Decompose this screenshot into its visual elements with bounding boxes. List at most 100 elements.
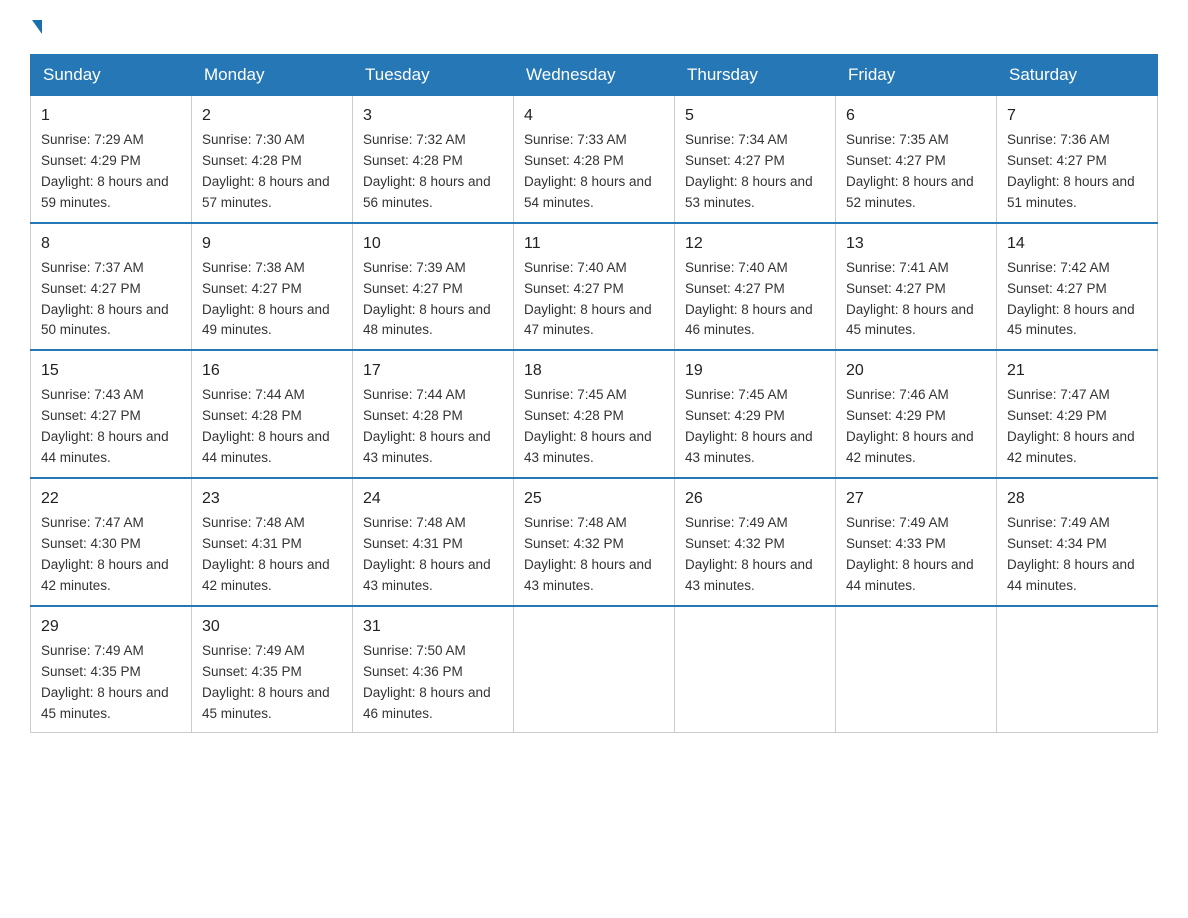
day-info: Sunrise: 7:44 AMSunset: 4:28 PMDaylight:… [363,387,491,465]
header-saturday: Saturday [997,55,1158,96]
page-header [30,20,1158,34]
day-number: 7 [1007,104,1147,128]
logo [30,20,42,34]
day-info: Sunrise: 7:48 AMSunset: 4:32 PMDaylight:… [524,515,652,593]
table-row: 8 Sunrise: 7:37 AMSunset: 4:27 PMDaylight… [31,223,192,351]
day-number: 5 [685,104,825,128]
day-info: Sunrise: 7:47 AMSunset: 4:30 PMDaylight:… [41,515,169,593]
table-row: 15 Sunrise: 7:43 AMSunset: 4:27 PMDayligh… [31,350,192,478]
day-number: 22 [41,487,181,511]
table-row [836,606,997,733]
day-info: Sunrise: 7:29 AMSunset: 4:29 PMDaylight:… [41,132,169,210]
table-row [997,606,1158,733]
day-number: 13 [846,232,986,256]
calendar-week-row: 8 Sunrise: 7:37 AMSunset: 4:27 PMDaylight… [31,223,1158,351]
day-number: 28 [1007,487,1147,511]
day-number: 25 [524,487,664,511]
day-info: Sunrise: 7:40 AMSunset: 4:27 PMDaylight:… [524,260,652,338]
day-number: 14 [1007,232,1147,256]
day-info: Sunrise: 7:37 AMSunset: 4:27 PMDaylight:… [41,260,169,338]
table-row [675,606,836,733]
day-info: Sunrise: 7:49 AMSunset: 4:35 PMDaylight:… [202,643,330,721]
day-info: Sunrise: 7:32 AMSunset: 4:28 PMDaylight:… [363,132,491,210]
table-row: 24 Sunrise: 7:48 AMSunset: 4:31 PMDayligh… [353,478,514,606]
table-row: 17 Sunrise: 7:44 AMSunset: 4:28 PMDayligh… [353,350,514,478]
day-number: 11 [524,232,664,256]
table-row: 19 Sunrise: 7:45 AMSunset: 4:29 PMDayligh… [675,350,836,478]
day-number: 9 [202,232,342,256]
day-number: 15 [41,359,181,383]
day-number: 23 [202,487,342,511]
day-number: 30 [202,615,342,639]
calendar-week-row: 29Sunrise: 7:49 AMSunset: 4:35 PMDayligh… [31,606,1158,733]
table-row: 31 Sunrise: 7:50 AMSunset: 4:36 PMDayligh… [353,606,514,733]
day-number: 3 [363,104,503,128]
day-info: Sunrise: 7:40 AMSunset: 4:27 PMDaylight:… [685,260,813,338]
day-info: Sunrise: 7:49 AMSunset: 4:34 PMDaylight:… [1007,515,1135,593]
day-info: Sunrise: 7:48 AMSunset: 4:31 PMDaylight:… [202,515,330,593]
table-row: 23 Sunrise: 7:48 AMSunset: 4:31 PMDayligh… [192,478,353,606]
header-friday: Friday [836,55,997,96]
day-number: 18 [524,359,664,383]
day-number: 1 [41,104,181,128]
table-row: 4 Sunrise: 7:33 AMSunset: 4:28 PMDaylight… [514,96,675,223]
day-number: 31 [363,615,503,639]
logo-triangle-icon [32,20,42,34]
table-row: 10 Sunrise: 7:39 AMSunset: 4:27 PMDayligh… [353,223,514,351]
table-row: 1 Sunrise: 7:29 AMSunset: 4:29 PMDaylight… [31,96,192,223]
header-wednesday: Wednesday [514,55,675,96]
day-number: 19 [685,359,825,383]
day-number: 16 [202,359,342,383]
day-info: Sunrise: 7:42 AMSunset: 4:27 PMDaylight:… [1007,260,1135,338]
day-info: Sunrise: 7:36 AMSunset: 4:27 PMDaylight:… [1007,132,1135,210]
day-info: Sunrise: 7:41 AMSunset: 4:27 PMDaylight:… [846,260,974,338]
day-number: 21 [1007,359,1147,383]
day-number: 12 [685,232,825,256]
header-sunday: Sunday [31,55,192,96]
table-row: 2 Sunrise: 7:30 AMSunset: 4:28 PMDaylight… [192,96,353,223]
table-row: 18 Sunrise: 7:45 AMSunset: 4:28 PMDayligh… [514,350,675,478]
table-row: 9 Sunrise: 7:38 AMSunset: 4:27 PMDaylight… [192,223,353,351]
day-number: 4 [524,104,664,128]
table-row: 14 Sunrise: 7:42 AMSunset: 4:27 PMDayligh… [997,223,1158,351]
day-info: Sunrise: 7:49 AMSunset: 4:35 PMDaylight:… [41,643,169,721]
day-number: 2 [202,104,342,128]
day-number: 8 [41,232,181,256]
table-row: 26 Sunrise: 7:49 AMSunset: 4:32 PMDayligh… [675,478,836,606]
table-row: 5Sunrise: 7:34 AMSunset: 4:27 PMDaylight… [675,96,836,223]
day-info: Sunrise: 7:48 AMSunset: 4:31 PMDaylight:… [363,515,491,593]
day-info: Sunrise: 7:49 AMSunset: 4:32 PMDaylight:… [685,515,813,593]
header-thursday: Thursday [675,55,836,96]
day-info: Sunrise: 7:30 AMSunset: 4:28 PMDaylight:… [202,132,330,210]
day-info: Sunrise: 7:43 AMSunset: 4:27 PMDaylight:… [41,387,169,465]
day-info: Sunrise: 7:45 AMSunset: 4:29 PMDaylight:… [685,387,813,465]
day-number: 20 [846,359,986,383]
table-row: 27 Sunrise: 7:49 AMSunset: 4:33 PMDayligh… [836,478,997,606]
table-row: 28 Sunrise: 7:49 AMSunset: 4:34 PMDayligh… [997,478,1158,606]
table-row: 20Sunrise: 7:46 AMSunset: 4:29 PMDayligh… [836,350,997,478]
table-row [514,606,675,733]
table-row: 29Sunrise: 7:49 AMSunset: 4:35 PMDayligh… [31,606,192,733]
day-info: Sunrise: 7:44 AMSunset: 4:28 PMDaylight:… [202,387,330,465]
header-tuesday: Tuesday [353,55,514,96]
table-row: 13 Sunrise: 7:41 AMSunset: 4:27 PMDayligh… [836,223,997,351]
day-number: 6 [846,104,986,128]
day-info: Sunrise: 7:35 AMSunset: 4:27 PMDaylight:… [846,132,974,210]
day-info: Sunrise: 7:45 AMSunset: 4:28 PMDaylight:… [524,387,652,465]
day-number: 27 [846,487,986,511]
table-row: 3 Sunrise: 7:32 AMSunset: 4:28 PMDaylight… [353,96,514,223]
day-info: Sunrise: 7:39 AMSunset: 4:27 PMDaylight:… [363,260,491,338]
day-info: Sunrise: 7:49 AMSunset: 4:33 PMDaylight:… [846,515,974,593]
day-number: 10 [363,232,503,256]
calendar-week-row: 1 Sunrise: 7:29 AMSunset: 4:29 PMDaylight… [31,96,1158,223]
calendar-table: Sunday Monday Tuesday Wednesday Thursday… [30,54,1158,733]
day-info: Sunrise: 7:38 AMSunset: 4:27 PMDaylight:… [202,260,330,338]
table-row: 22 Sunrise: 7:47 AMSunset: 4:30 PMDayligh… [31,478,192,606]
header-monday: Monday [192,55,353,96]
table-row: 30 Sunrise: 7:49 AMSunset: 4:35 PMDayligh… [192,606,353,733]
day-number: 26 [685,487,825,511]
day-info: Sunrise: 7:33 AMSunset: 4:28 PMDaylight:… [524,132,652,210]
day-number: 24 [363,487,503,511]
day-number: 17 [363,359,503,383]
day-info: Sunrise: 7:50 AMSunset: 4:36 PMDaylight:… [363,643,491,721]
